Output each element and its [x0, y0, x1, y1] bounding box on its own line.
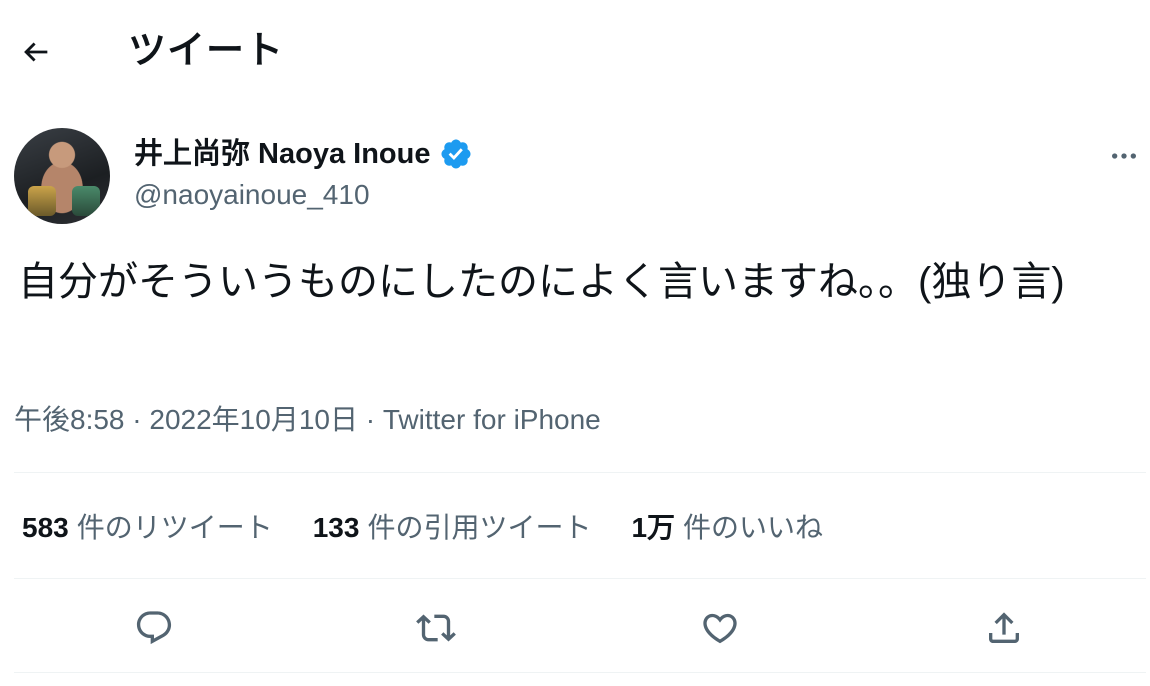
tweet-stats: 583 件のリツイート 133 件の引用ツイート 1万 件のいいね	[22, 504, 863, 548]
author-display-name-row[interactable]: 井上尚弥 Naoya Inoue	[134, 136, 473, 172]
tweet-author: 井上尚弥 Naoya Inoue @naoyainoue_410	[14, 128, 1146, 224]
divider	[14, 578, 1146, 579]
share-icon	[989, 612, 1019, 643]
avatar-belt-left-decor	[28, 186, 56, 216]
retweet-icon	[416, 614, 456, 642]
avatar-belt-right-decor	[72, 186, 100, 216]
share-button[interactable]	[980, 604, 1028, 652]
quotes-stat[interactable]: 133 件の引用ツイート	[313, 506, 592, 546]
quotes-count: 133	[312, 512, 360, 543]
meta-separator: ·	[365, 404, 376, 435]
tweet-actions	[14, 600, 1146, 656]
avatar[interactable]	[14, 128, 110, 224]
meta-separator: ·	[132, 404, 142, 435]
divider	[14, 672, 1146, 673]
tweet-metadata: 午後8:58 · 2022年10月10日 · Twitter for iPhon…	[14, 400, 601, 440]
author-handle[interactable]: @naoyainoue_410	[134, 178, 370, 212]
retweets-label: 件のリツイート	[76, 512, 273, 543]
back-button[interactable]	[14, 30, 58, 74]
like-button[interactable]	[696, 604, 744, 652]
verified-badge-icon	[439, 137, 473, 171]
arrow-left-icon	[24, 42, 48, 62]
top-bar: ツイート	[0, 0, 1150, 100]
likes-stat[interactable]: 1万 件のいいね	[631, 506, 823, 546]
quotes-label: 件の引用ツイート	[367, 512, 592, 543]
page-title: ツイート	[128, 30, 285, 72]
retweet-button[interactable]	[412, 604, 460, 652]
author-display-name: 井上尚弥 Naoya Inoue	[134, 138, 431, 170]
divider	[14, 472, 1146, 473]
heart-icon	[703, 613, 737, 644]
likes-count: 1万	[631, 512, 676, 543]
more-button[interactable]	[1102, 136, 1146, 176]
reply-button[interactable]	[130, 604, 178, 652]
tweet-source[interactable]: Twitter for iPhone	[383, 404, 601, 435]
tweet-text: 自分がそういうものにしたのによく言いますね。。(独り言)	[18, 260, 1065, 304]
retweets-count: 583	[22, 512, 69, 543]
more-horizontal-icon	[1112, 153, 1136, 159]
tweet-date[interactable]: 2022年10月10日	[149, 404, 358, 435]
reply-icon	[136, 611, 172, 645]
retweets-stat[interactable]: 583 件のリツイート	[22, 506, 273, 546]
likes-label: 件のいいね	[683, 512, 824, 543]
tweet-time[interactable]: 午後8:58	[14, 404, 125, 435]
